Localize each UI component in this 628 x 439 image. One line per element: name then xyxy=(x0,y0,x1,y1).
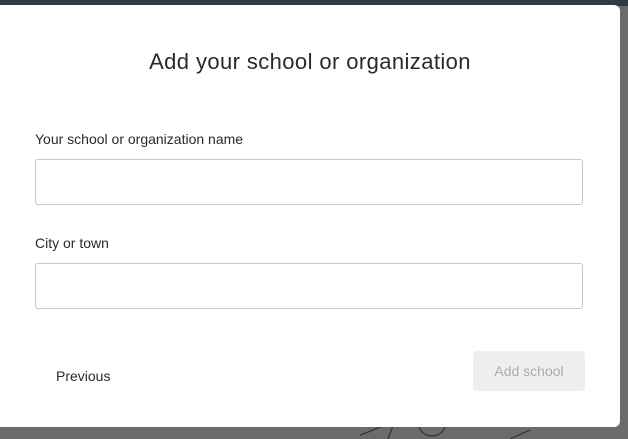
school-name-input[interactable] xyxy=(35,159,583,205)
add-school-dialog: Add your school or organization Your sch… xyxy=(0,5,620,427)
add-school-button[interactable]: Add school xyxy=(473,351,585,391)
school-name-label: Your school or organization name xyxy=(35,131,244,147)
previous-button[interactable]: Previous xyxy=(42,357,124,395)
city-input[interactable] xyxy=(35,263,583,309)
dialog-title: Add your school or organization xyxy=(149,49,471,74)
city-label: City or town xyxy=(35,235,109,251)
